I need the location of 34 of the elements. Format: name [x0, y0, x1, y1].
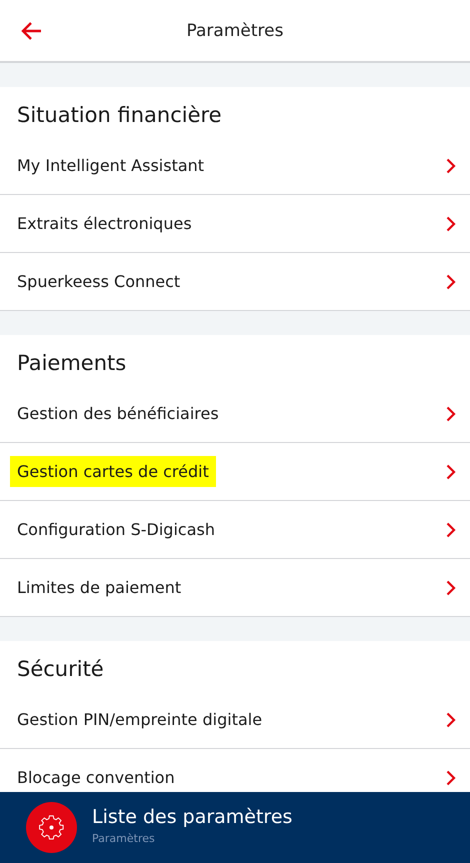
chevron-right-icon [446, 580, 456, 596]
bar-subtitle: Paramètres [92, 832, 156, 845]
chevron-right-icon [446, 158, 456, 174]
settings-item[interactable]: Gestion cartes de crédit [0, 443, 470, 501]
bar-title: Liste des paramètres [92, 806, 292, 828]
chevron-right-icon [446, 464, 456, 480]
item-label: Gestion cartes de crédit [10, 456, 216, 487]
settings-button[interactable] [26, 802, 77, 853]
settings-item[interactable]: Gestion des bénéficiaires [0, 385, 470, 443]
item-label: Limites de paiement [16, 577, 182, 599]
section-heading: Situation financière [17, 103, 222, 127]
section-heading: Paiements [17, 351, 126, 375]
settings-item[interactable]: Extraits électroniques [0, 195, 470, 253]
chevron-right-icon [446, 406, 456, 422]
settings-item[interactable]: Limites de paiement [0, 559, 470, 617]
settings-item[interactable]: Spuerkeess Connect [0, 253, 470, 311]
settings-item[interactable]: My Intelligent Assistant [0, 137, 470, 195]
item-label: Gestion PIN/empreinte digitale [16, 709, 264, 731]
chevron-right-icon [446, 274, 456, 290]
settings-item[interactable]: Gestion PIN/empreinte digitale [0, 691, 470, 749]
item-label: Spuerkeess Connect [16, 271, 182, 293]
chevron-right-icon [446, 216, 456, 232]
chevron-right-icon [446, 712, 456, 728]
gear-icon [38, 814, 64, 840]
chevron-right-icon [446, 522, 456, 538]
item-label: Gestion des bénéficiaires [16, 403, 220, 425]
item-label: Blocage convention [16, 767, 176, 789]
item-label: Extraits électroniques [16, 213, 193, 235]
item-label: Configuration S-Digicash [16, 519, 216, 541]
page-title: Paramètres [186, 20, 284, 40]
settings-item[interactable]: Configuration S-Digicash [0, 501, 470, 559]
item-label: My Intelligent Assistant [16, 155, 206, 177]
section-heading: Sécurité [17, 657, 104, 681]
chevron-right-icon [446, 770, 456, 786]
